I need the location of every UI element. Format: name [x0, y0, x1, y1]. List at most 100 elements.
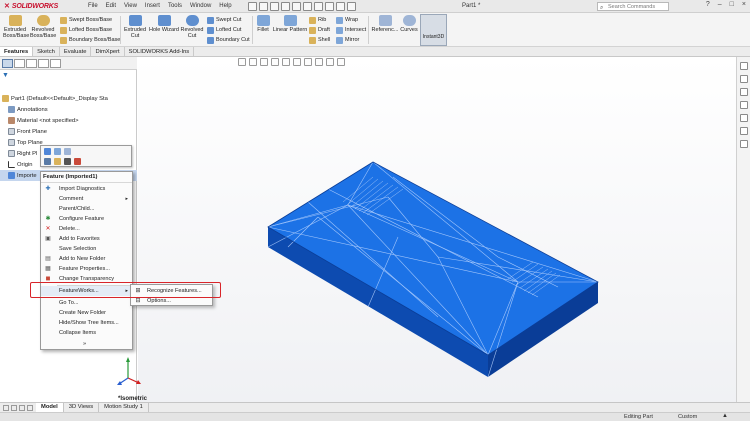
rib-button[interactable]: Rib [309, 16, 326, 24]
menu-import-diagnostics[interactable]: ✚ Import Diagnostics [41, 184, 132, 194]
extruded-cut-button[interactable]: Extruded Cut [122, 15, 148, 39]
shell-button[interactable]: Shell [309, 36, 330, 44]
units-selector[interactable]: Custom [678, 414, 697, 420]
appearances-icon[interactable] [739, 114, 748, 122]
curves-button[interactable]: Curves [399, 15, 419, 33]
menu-change-transparency[interactable]: ◼ Change Transparency [41, 274, 132, 284]
open-icon[interactable] [269, 1, 279, 11]
mirror-button[interactable]: Mirror [336, 36, 359, 44]
display-style-icon[interactable] [293, 58, 301, 66]
view-palette-icon[interactable] [739, 101, 748, 109]
wrap-button[interactable]: Wrap [336, 16, 358, 24]
extruded-boss-button[interactable]: Extruded Boss/Base [3, 15, 29, 39]
tab-model[interactable]: Model [36, 403, 64, 412]
menu-edit[interactable]: Edit [102, 3, 120, 9]
minimize-button[interactable]: – [718, 1, 722, 8]
menu-file[interactable]: File [84, 3, 102, 9]
menu-featureworks[interactable]: FeatureWorks... ▸ [41, 286, 132, 296]
previous-view-icon[interactable] [260, 58, 268, 66]
menu-go-to[interactable]: Go To... [41, 298, 132, 308]
tree-item-annotations[interactable]: Annotations [0, 104, 137, 115]
menu-tools[interactable]: Tools [164, 3, 186, 9]
instant3d-button[interactable]: Instant3D [420, 14, 447, 46]
menu-comment[interactable]: Comment ▸ [41, 194, 132, 204]
tab-evaluate[interactable]: Evaluate [60, 47, 92, 56]
maximize-button[interactable]: □ [730, 1, 734, 8]
menu-save-selection[interactable]: Save Selection [41, 244, 132, 254]
menu-hide-show-tree-items[interactable]: Hide/Show Tree Items... [41, 318, 132, 328]
tree-item-material[interactable]: Material <not specified> [0, 115, 137, 126]
file-explorer-icon[interactable] [739, 88, 748, 96]
units-arrow-icon[interactable]: ▲ [722, 413, 728, 419]
view-settings-icon[interactable] [337, 58, 345, 66]
imported-part-model[interactable] [138, 57, 736, 402]
tab-addins[interactable]: SOLIDWORKS Add-Ins [125, 47, 195, 56]
zoom-to-fit-icon[interactable] [238, 58, 246, 66]
intersect-button[interactable]: Intersect [336, 26, 366, 34]
pin-icon[interactable] [247, 1, 257, 11]
tab-sketch[interactable]: Sketch [33, 47, 60, 56]
fillet-button[interactable]: Fillet [254, 15, 272, 33]
section-view-icon[interactable] [271, 58, 279, 66]
custom-properties-icon[interactable] [739, 127, 748, 135]
view-orientation-icon[interactable] [282, 58, 290, 66]
boundary-cut-button[interactable]: Boundary Cut [207, 36, 250, 44]
undo-icon[interactable] [302, 1, 312, 11]
display-options-icon[interactable] [74, 158, 81, 165]
suppress-icon[interactable] [44, 158, 51, 165]
edit-feature-icon[interactable] [44, 148, 51, 155]
configuration-manager-tab-icon[interactable] [26, 59, 37, 68]
design-library-icon[interactable] [739, 75, 748, 83]
menu-more-button[interactable]: » [41, 339, 132, 349]
search-commands-input[interactable]: ⌕ Search Commands [597, 2, 669, 11]
help-icon[interactable]: ? [706, 1, 710, 8]
menu-delete[interactable]: ✕ Delete... [41, 224, 132, 234]
property-manager-tab-icon[interactable] [14, 59, 25, 68]
feature-manager-tab-icon[interactable] [2, 59, 13, 68]
rebuild-icon[interactable] [324, 1, 334, 11]
normal-to-icon[interactable] [64, 158, 71, 165]
menu-feature-properties[interactable]: ▦ Feature Properties... [41, 264, 132, 274]
menu-create-new-folder[interactable]: Create New Folder [41, 308, 132, 318]
prev-tab-icon[interactable] [11, 404, 17, 411]
tab-3d-views[interactable]: 3D Views [64, 403, 100, 412]
file-properties-icon[interactable] [335, 1, 345, 11]
menu-recognize-features[interactable]: ⊞ Recognize Features... [131, 286, 212, 296]
swept-cut-button[interactable]: Swept Cut [207, 16, 241, 24]
menu-view[interactable]: View [120, 3, 141, 9]
edit-appearance-icon[interactable] [315, 58, 323, 66]
menu-parent-child[interactable]: Parent/Child... [41, 204, 132, 214]
expand-panel-icon[interactable] [62, 59, 73, 68]
tab-features[interactable]: Features [0, 47, 34, 56]
new-doc-icon[interactable] [258, 1, 268, 11]
save-icon[interactable] [280, 1, 290, 11]
solidworks-logo[interactable]: ✕ SOLIDWORKS [0, 2, 60, 11]
tree-root-part[interactable]: Part1 (Default<<Default>_Display Sta [0, 93, 137, 104]
filter-icon[interactable]: ▼ [2, 72, 9, 79]
options-gear-icon[interactable] [346, 1, 356, 11]
tab-dimxpert[interactable]: DimXpert [91, 47, 125, 56]
last-tab-icon[interactable] [27, 404, 33, 411]
menu-help[interactable]: Help [215, 3, 235, 9]
lofted-boss-button[interactable]: Lofted Boss/Base [60, 26, 112, 34]
menu-insert[interactable]: Insert [141, 3, 164, 9]
draft-button[interactable]: Draft [309, 26, 330, 34]
menu-add-to-favorites[interactable]: ▣ Add to Favorites [41, 234, 132, 244]
next-tab-icon[interactable] [19, 404, 25, 411]
tab-motion-study[interactable]: Motion Study 1 [99, 403, 149, 412]
hole-wizard-button[interactable]: Hole Wizard [148, 15, 180, 33]
boundary-boss-button[interactable]: Boundary Boss/Base [60, 36, 120, 44]
appearance-icon[interactable] [54, 158, 61, 165]
menu-collapse-items[interactable]: Collapse Items [41, 328, 132, 338]
forum-icon[interactable] [739, 140, 748, 148]
close-button[interactable]: × [742, 1, 746, 8]
display-manager-tab-icon[interactable] [50, 59, 61, 68]
menu-window[interactable]: Window [186, 3, 215, 9]
apply-scene-icon[interactable] [326, 58, 334, 66]
swept-boss-button[interactable]: Swept Boss/Base [60, 16, 112, 24]
menu-add-to-new-folder[interactable]: ▤ Add to New Folder [41, 254, 132, 264]
first-tab-icon[interactable] [3, 404, 9, 411]
edit-sketch-icon[interactable] [54, 148, 61, 155]
rollback-icon[interactable] [64, 148, 71, 155]
menu-configure-feature[interactable]: ✱ Configure Feature [41, 214, 132, 224]
